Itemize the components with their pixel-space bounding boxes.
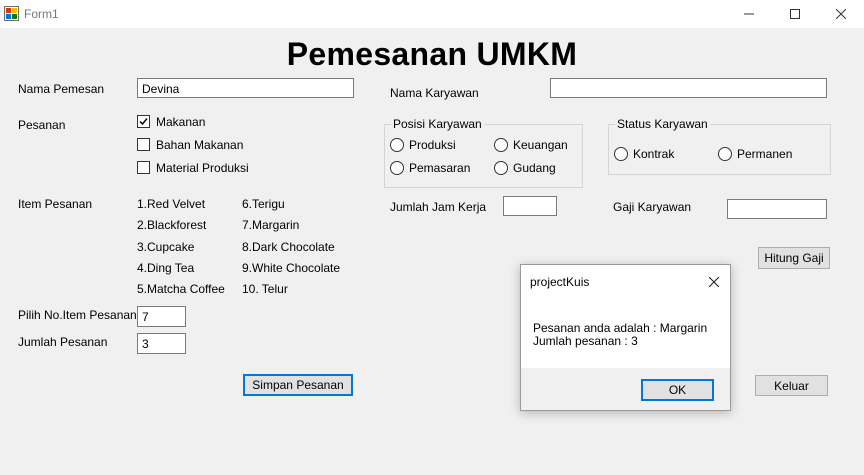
pilih-no-item-label: Pilih No.Item Pesanan	[18, 308, 137, 322]
ok-button[interactable]: OK	[641, 379, 714, 401]
status-karyawan-group-title: Status Karyawan	[615, 117, 710, 131]
pemasaran-radio-label: Pemasaran	[409, 161, 471, 175]
dialog-title: projectKuis	[530, 275, 590, 289]
makanan-checkbox[interactable]	[137, 115, 150, 128]
close-icon	[709, 277, 719, 287]
bahan-makanan-checkbox[interactable]	[137, 138, 150, 151]
close-window-button[interactable]	[818, 0, 864, 28]
gaji-karyawan-label: Gaji Karyawan	[613, 200, 692, 214]
minimize-button[interactable]	[726, 0, 772, 28]
material-produksi-checkbox[interactable]	[137, 161, 150, 174]
makanan-checkbox-label: Makanan	[156, 115, 206, 129]
produksi-radio-label: Produksi	[409, 138, 456, 152]
title-bar: Form1	[0, 0, 864, 28]
item-list-item: 5.Matcha Coffee	[137, 282, 225, 296]
permanen-radio-label: Permanen	[737, 147, 793, 161]
message-dialog: projectKuis Pesanan anda adalah : Margar…	[520, 264, 731, 411]
simpan-pesanan-button[interactable]: Simpan Pesanan	[243, 374, 353, 396]
item-list-item: 1.Red Velvet	[137, 197, 206, 211]
pemasaran-radio[interactable]	[390, 161, 404, 175]
jumlah-jam-kerja-label: Jumlah Jam Kerja	[390, 200, 487, 214]
nama-karyawan-input[interactable]	[550, 78, 827, 98]
kontrak-radio-label: Kontrak	[633, 147, 675, 161]
checkmark-icon	[139, 118, 148, 126]
maximize-button[interactable]	[772, 0, 818, 28]
posisi-karyawan-group-title: Posisi Karyawan	[391, 117, 484, 131]
gaji-karyawan-input[interactable]	[727, 199, 827, 219]
hitung-gaji-button[interactable]: Hitung Gaji	[758, 247, 830, 269]
page-title: Pemesanan UMKM	[286, 36, 578, 72]
dialog-close-button[interactable]	[703, 272, 725, 292]
jumlah-pesanan-label: Jumlah Pesanan	[18, 335, 108, 349]
keluar-button[interactable]: Keluar	[755, 375, 828, 396]
minimize-icon	[744, 13, 754, 15]
pesanan-label: Pesanan	[18, 118, 66, 132]
keuangan-radio-label: Keuangan	[513, 138, 568, 152]
item-list-item: 3.Cupcake	[137, 240, 195, 254]
maximize-icon	[790, 9, 800, 19]
window-title: Form1	[24, 7, 59, 21]
item-pesanan-label: Item Pesanan	[18, 197, 93, 211]
item-list-item: 10. Telur	[242, 282, 288, 296]
nama-pemesan-label: Nama Pemesan	[18, 82, 105, 96]
item-list-item: 6.Terigu	[242, 197, 285, 211]
kontrak-radio[interactable]	[614, 147, 628, 161]
nama-karyawan-label: Nama Karyawan	[390, 86, 479, 100]
close-icon	[836, 9, 846, 19]
permanen-radio[interactable]	[718, 147, 732, 161]
item-list-item: 8.Dark Chocolate	[242, 240, 335, 254]
produksi-radio[interactable]	[390, 138, 404, 152]
material-produksi-checkbox-label: Material Produksi	[156, 161, 249, 175]
bahan-makanan-checkbox-label: Bahan Makanan	[156, 138, 244, 152]
item-list-item: 4.Ding Tea	[137, 261, 195, 275]
gudang-radio[interactable]	[494, 161, 508, 175]
item-list-item: 7.Margarin	[242, 218, 300, 232]
item-list-item: 9.White Chocolate	[242, 261, 341, 275]
dialog-footer: OK	[521, 368, 730, 410]
dialog-message-line1: Pesanan anda adalah : Margarin	[533, 321, 708, 335]
keuangan-radio[interactable]	[494, 138, 508, 152]
pilih-no-item-input[interactable]: 7	[137, 306, 186, 327]
nama-pemesan-input[interactable]: Devina	[137, 78, 354, 98]
gudang-radio-label: Gudang	[513, 161, 556, 175]
posisi-karyawan-group	[384, 124, 583, 188]
item-list-item: 2.Blackforest	[137, 218, 207, 232]
form-app-icon	[4, 6, 19, 21]
dialog-message-line2: Jumlah pesanan : 3	[533, 334, 638, 348]
jumlah-jam-kerja-input[interactable]	[503, 196, 557, 216]
jumlah-pesanan-input[interactable]: 3	[137, 333, 186, 354]
